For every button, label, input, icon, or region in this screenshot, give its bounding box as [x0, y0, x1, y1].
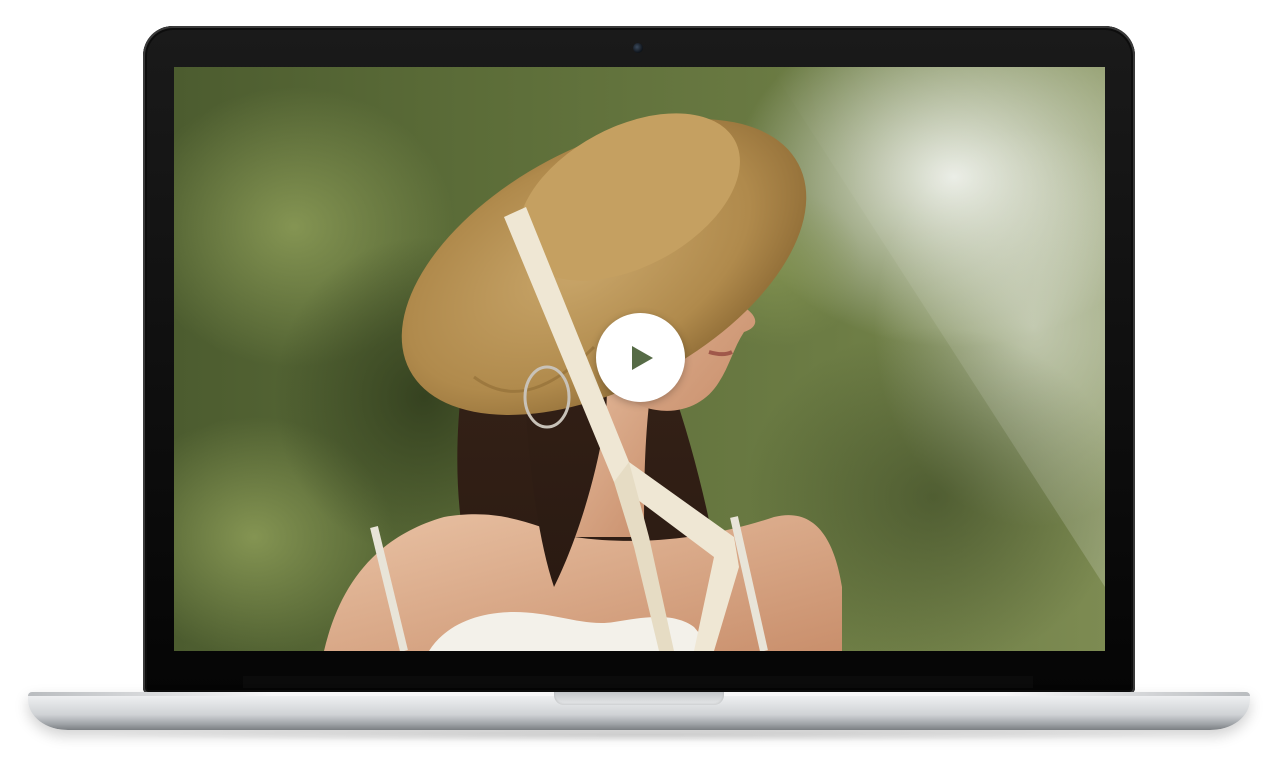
laptop-mockup	[0, 0, 1278, 769]
lid-bottom-strip	[243, 676, 1033, 688]
play-button[interactable]	[596, 313, 685, 402]
laptop-shadow	[90, 728, 1190, 742]
play-icon	[632, 346, 653, 370]
laptop-base	[28, 692, 1250, 730]
webcam-icon	[633, 43, 643, 53]
lid-opening-notch	[554, 692, 724, 705]
